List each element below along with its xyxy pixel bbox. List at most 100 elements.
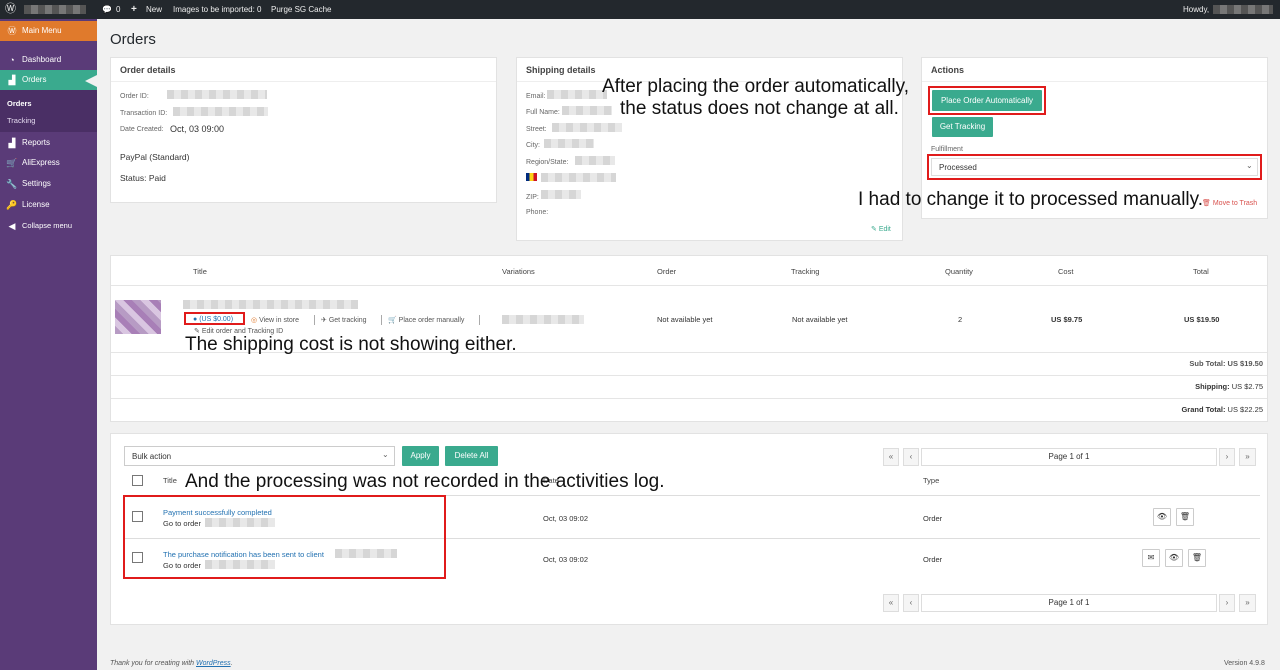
collapse-menu[interactable]: ◀ Collapse menu <box>0 216 97 236</box>
product-title[interactable] <box>183 300 358 309</box>
grand-total: Grand Total: US $22.25 <box>1181 405 1263 414</box>
fulfillment-select[interactable]: Processed ⌄ <box>931 158 1258 176</box>
next-page-button[interactable]: › <box>1219 448 1235 466</box>
menu-orders[interactable]: ▟ Orders <box>0 70 97 90</box>
eye-icon[interactable]: 👁 <box>1165 549 1183 567</box>
purge-cache-link[interactable]: Purge SG Cache <box>271 0 331 19</box>
log-type: Order <box>923 514 943 523</box>
zip-value <box>541 190 581 199</box>
subtotal: Sub Total: US $19.50 <box>1189 359 1263 368</box>
footer-thanks-text: Thank you for creating with <box>110 660 196 667</box>
prev-page-button[interactable]: ‹ <box>903 594 919 612</box>
dashboard-label: Dashboard <box>22 55 62 64</box>
tracking-value: Not available yet <box>792 315 848 324</box>
view-icon: ◎ <box>251 317 260 324</box>
col-type: Type <box>923 476 940 485</box>
first-page-button[interactable]: « <box>883 594 899 612</box>
last-page-button[interactable]: » <box>1239 594 1256 612</box>
submenu-tracking[interactable]: Tracking <box>7 116 35 125</box>
plus-icon[interactable]: + <box>131 0 137 19</box>
prev-page-button[interactable]: ‹ <box>903 448 919 466</box>
menu-dashboard[interactable]: ◔ Dashboard <box>0 50 97 70</box>
variation-value <box>502 315 584 324</box>
col-total: Total <box>1193 267 1209 276</box>
email-value <box>547 90 607 99</box>
product-thumbnail <box>115 300 161 334</box>
shipping-label: Shipping: <box>1195 382 1230 391</box>
menu-license[interactable]: 🔑 License <box>0 195 97 215</box>
region-value <box>575 156 615 165</box>
apply-button[interactable]: Apply <box>402 446 439 466</box>
place-order-manually-link[interactable]: 🛒 Place order manually <box>388 316 464 324</box>
comments-count[interactable]: 0 <box>116 0 120 19</box>
divider <box>111 398 1267 399</box>
chevron-down-icon: ⌄ <box>382 450 389 459</box>
site-name[interactable] <box>24 0 86 19</box>
street-value <box>552 123 622 132</box>
move-to-trash-link[interactable]: 🗑 Move to Trash <box>1202 199 1257 207</box>
wordpress-logo-icon[interactable]: Ⓦ <box>5 0 16 19</box>
col-quantity: Quantity <box>945 267 973 276</box>
get-tracking-button[interactable]: Get Tracking <box>932 117 993 137</box>
delete-all-button[interactable]: Delete All <box>445 446 498 466</box>
images-import-link[interactable]: Images to be imported: 0 <box>173 0 262 19</box>
page-indicator: Page 1 of 1 <box>921 448 1217 466</box>
trash-icon: 🗑 <box>1202 200 1213 207</box>
divider <box>111 81 496 82</box>
new-link[interactable]: New <box>146 0 162 19</box>
quantity-value: 2 <box>958 315 963 324</box>
comments-icon[interactable]: 💬 <box>102 0 112 19</box>
date-created-value: Oct, 03 09:00 <box>170 124 225 134</box>
wordpress-link[interactable]: WordPress <box>196 660 231 667</box>
view-in-store-link[interactable]: ◎ View in store <box>251 316 299 324</box>
fulfillment-label: Fulfillment <box>931 146 963 153</box>
total-value: US $19.50 <box>1184 315 1220 324</box>
collapse-label: Collapse menu <box>22 221 73 230</box>
orders-submenu <box>0 90 97 132</box>
bulk-action-select[interactable]: Bulk action ⌄ <box>124 446 395 466</box>
main-menu-item[interactable]: Ⓦ Main Menu <box>0 21 97 41</box>
pencil-icon: ✎ <box>871 226 879 233</box>
actions-heading: Actions <box>931 65 965 75</box>
divider <box>111 375 1267 376</box>
edit-shipping-link[interactable]: ✎ Edit <box>871 225 891 233</box>
col-cost: Cost <box>1058 267 1074 276</box>
chevron-down-icon: ⌄ <box>1246 161 1253 170</box>
transaction-id-label: Transaction ID: <box>120 110 168 117</box>
last-page-button[interactable]: » <box>1239 448 1256 466</box>
divider <box>381 315 382 325</box>
page-title: Orders <box>110 31 156 48</box>
get-tracking-label: Get tracking <box>328 317 367 324</box>
country-flag-icon <box>526 173 537 181</box>
get-tracking-link[interactable]: ✈ Get tracking <box>321 316 367 324</box>
aliexpress-label: AliExpress <box>22 158 60 167</box>
menu-settings[interactable]: 🔧 Settings <box>0 174 97 194</box>
envelope-icon[interactable]: ✉ <box>1142 549 1160 567</box>
callout-shipping: The shipping cost is not showing either. <box>185 334 517 355</box>
reports-icon: ▟ <box>8 138 16 148</box>
order-value: Not available yet <box>657 315 713 324</box>
date-created-label: Date Created: <box>120 126 164 133</box>
eye-icon[interactable]: 👁 <box>1153 508 1171 526</box>
next-page-button[interactable]: › <box>1219 594 1235 612</box>
submenu-orders[interactable]: Orders <box>7 99 32 108</box>
cart-icon: 🛒 <box>388 317 399 324</box>
admin-bar: Ⓦ 💬 0 + New Images to be imported: 0 Pur… <box>0 0 1280 19</box>
street-label: Street: <box>526 126 547 133</box>
items-header-row <box>111 256 1267 286</box>
admin-sidebar: Ⓦ Main Menu ◔ Dashboard ▟ Orders Orders Tra… <box>0 19 97 670</box>
username[interactable] <box>1213 0 1273 19</box>
trash-icon[interactable]: 🗑 <box>1188 549 1206 567</box>
first-page-button[interactable]: « <box>883 448 899 466</box>
menu-aliexpress[interactable]: 🛒 AliExpress <box>0 153 97 173</box>
menu-reports[interactable]: ▟ Reports <box>0 133 97 153</box>
trash-icon[interactable]: 🗑 <box>1176 508 1194 526</box>
select-all-checkbox[interactable] <box>132 475 143 486</box>
place-order-automatically-button[interactable]: Place Order Automatically <box>932 90 1042 111</box>
wrench-icon: 🔧 <box>6 179 18 189</box>
howdy-label[interactable]: Howdy, <box>1183 0 1209 19</box>
shipping-total: Shipping: US $2.75 <box>1195 382 1263 391</box>
order-id-label: Order ID: <box>120 93 149 100</box>
callout-processed: I had to change it to processed manually… <box>858 189 1204 210</box>
shipping-value: US $2.75 <box>1229 382 1263 391</box>
